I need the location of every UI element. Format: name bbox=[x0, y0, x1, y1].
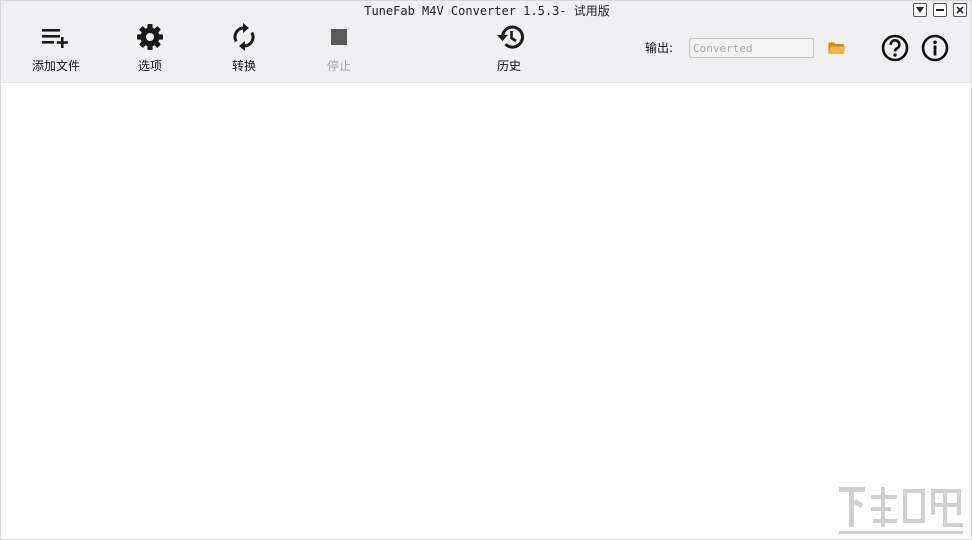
window-title: TuneFab M4V Converter 1.5.3- 试用版 bbox=[364, 4, 610, 18]
info-button[interactable] bbox=[921, 34, 949, 62]
toolbar: TuneFab M4V Converter 1.5.3- 试用版 添加文件 选项… bbox=[1, 1, 971, 83]
options-label: 选项 bbox=[137, 59, 162, 73]
close-window-button[interactable] bbox=[953, 3, 967, 17]
convert-label: 转换 bbox=[231, 59, 256, 73]
stop-icon bbox=[323, 21, 355, 53]
history-button[interactable]: 历史 bbox=[464, 21, 554, 77]
close-icon bbox=[956, 6, 964, 14]
sync-icon bbox=[228, 21, 260, 53]
app-window: TuneFab M4V Converter 1.5.3- 试用版 添加文件 选项… bbox=[0, 0, 972, 540]
stop-label: 停止 bbox=[326, 59, 351, 73]
history-label: 历史 bbox=[496, 59, 521, 73]
help-icon bbox=[881, 34, 909, 62]
dropdown-window-button[interactable] bbox=[913, 3, 927, 17]
history-icon bbox=[493, 21, 525, 53]
browse-folder-button[interactable] bbox=[827, 39, 847, 57]
gear-icon bbox=[134, 21, 166, 53]
playlist-add-icon bbox=[40, 21, 72, 53]
options-button[interactable]: 选项 bbox=[105, 21, 195, 77]
minimize-window-button[interactable] bbox=[933, 3, 947, 17]
add-files-label: 添加文件 bbox=[31, 59, 80, 73]
help-button[interactable] bbox=[881, 34, 909, 62]
stop-button[interactable]: 停止 bbox=[294, 21, 384, 77]
minimize-icon bbox=[936, 9, 944, 11]
output-label: 输出: bbox=[645, 41, 674, 55]
watermark-logo bbox=[837, 481, 965, 537]
info-icon bbox=[921, 34, 949, 62]
add-files-button[interactable]: 添加文件 bbox=[11, 21, 101, 77]
convert-button[interactable]: 转换 bbox=[199, 21, 289, 77]
output-folder-input[interactable] bbox=[689, 38, 814, 58]
folder-icon bbox=[828, 42, 846, 54]
triangle-down-icon bbox=[916, 7, 924, 13]
window-controls bbox=[913, 3, 967, 17]
file-list-area[interactable] bbox=[1, 83, 971, 539]
